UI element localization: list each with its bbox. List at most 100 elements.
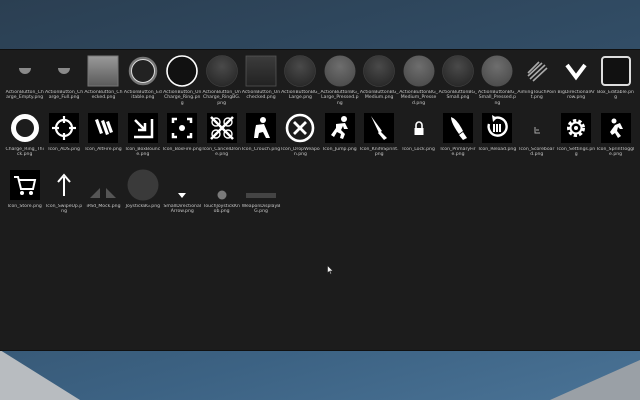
file-label: WeaponDisplayBG.png xyxy=(241,204,281,215)
file-item[interactable]: ActionButtonBG_Small_Pressed.png xyxy=(478,53,517,110)
file-item[interactable]: BigDirectionalArrow.png xyxy=(556,53,595,110)
dark-disc-icon xyxy=(205,54,239,88)
file-grid: ActionButton_Charge_Empty.png ActionButto… xyxy=(5,53,637,224)
gray-disc-icon xyxy=(402,54,436,88)
lock-icon xyxy=(402,111,436,145)
file-item[interactable]: ActionButton_UnCharge_Ring.png xyxy=(163,53,202,110)
file-item[interactable]: Icon_BoxFire.png xyxy=(163,110,202,167)
file-item[interactable]: Icon_Reload.png xyxy=(478,110,517,167)
file-label: ActionButtonBG_Large.png xyxy=(281,90,320,101)
file-label: Icon_BoxFire.png xyxy=(162,147,202,152)
reload-icon xyxy=(480,111,514,145)
file-label: ActionButton_Unchecked.png xyxy=(241,90,281,101)
file-label: SmallDirectionalArrow.png xyxy=(163,204,202,215)
file-item[interactable]: ActionButtonBG_Medium.png xyxy=(360,53,399,110)
file-item[interactable]: Icon_PrimaryFire.png xyxy=(438,110,477,167)
file-label: iPad_Mock.png xyxy=(86,204,121,209)
file-label: Box_Editable.png xyxy=(597,90,634,101)
file-label: Charge_Ring_Thick.png xyxy=(5,147,44,158)
file-item[interactable]: Icon_SwipeUp.png xyxy=(44,167,83,224)
file-label: Icon_Settings.png xyxy=(557,147,596,158)
file-item[interactable]: ActionButtonBG_Medium_Pressed.png xyxy=(399,53,438,110)
file-item[interactable]: ActionButtonBG_Small.png xyxy=(438,53,477,110)
file-label: ActionButtonBG_Small_Pressed.png xyxy=(478,90,517,106)
file-label: Icon_Jump.png xyxy=(322,147,357,152)
gear-icon xyxy=(559,111,593,145)
file-item[interactable]: Icon_ADS.png xyxy=(44,110,83,167)
file-item[interactable]: Icon_CancelDrone.png xyxy=(202,110,241,167)
cancel-drone-icon xyxy=(205,111,239,145)
thick-ring-icon xyxy=(8,111,42,145)
half-disc-small-icon xyxy=(47,54,81,88)
file-item[interactable]: TouchJoystickKnob.png xyxy=(202,167,241,224)
file-item[interactable]: Icon_Settings.png xyxy=(556,110,595,167)
white-ring-icon xyxy=(165,54,199,88)
drop-weapon-icon xyxy=(283,111,317,145)
gray-disc-icon xyxy=(480,54,514,88)
bounce-arrow-icon xyxy=(126,111,160,145)
file-item[interactable]: ActionButton_Charge_Full.png xyxy=(44,53,83,110)
file-label: Icon_SprintToggle.png xyxy=(596,147,635,158)
file-item[interactable]: ActionButton_Editable.png xyxy=(123,53,162,110)
glow-ring-icon xyxy=(126,54,160,88)
crosshair-icon xyxy=(47,111,81,145)
file-item[interactable]: Icon_AltFire.png xyxy=(84,110,123,167)
file-label: Icon_PrimaryFire.png xyxy=(440,147,476,158)
file-label: JoystickBG.png xyxy=(125,204,161,209)
file-label: Icon_BoxBounce.png xyxy=(125,147,161,158)
file-item[interactable]: Box_Editable.png xyxy=(596,53,635,110)
arrow-up-icon xyxy=(47,168,81,202)
file-item[interactable]: Icon_DropWeapon.png xyxy=(281,110,320,167)
file-item[interactable]: Icon_Crouch.png xyxy=(241,110,280,167)
file-label: Icon_Scoreboard.png xyxy=(519,147,555,158)
file-item[interactable]: ActionButtonBG_Large.png xyxy=(281,53,320,110)
file-label: Icon_KnifeSprint.png xyxy=(359,147,399,158)
ipad-icon xyxy=(86,168,120,202)
file-label: ActionButton_Checked.png xyxy=(84,90,123,101)
file-item[interactable]: Icon_BoxBounce.png xyxy=(123,110,162,167)
file-item[interactable]: Icon_Jump.png xyxy=(320,110,359,167)
dark-disc-icon xyxy=(362,54,396,88)
file-item[interactable]: Icon_Store.png xyxy=(5,167,44,224)
file-label: Icon_Lock.png xyxy=(402,147,435,152)
scoreboard-icon xyxy=(520,111,554,145)
file-item[interactable]: JoystickBG.png xyxy=(123,167,162,224)
file-label: ActionButtonBG_Small.png xyxy=(438,90,478,101)
file-item[interactable]: Icon_SprintToggle.png xyxy=(596,110,635,167)
file-item[interactable]: Icon_KnifeSprint.png xyxy=(360,110,399,167)
file-label: ActionButton_Charge_Full.png xyxy=(44,90,84,101)
file-label: Icon_Store.png xyxy=(7,204,42,209)
file-label: Icon_DropWeapon.png xyxy=(281,147,320,158)
file-label: ActionButtonBG_Medium.png xyxy=(359,90,399,101)
knob-icon xyxy=(205,168,239,202)
file-item[interactable]: AimingTouchPoint.png xyxy=(517,53,556,110)
file-item[interactable]: Icon_Lock.png xyxy=(399,110,438,167)
file-label: Icon_SwipeUp.png xyxy=(45,204,83,215)
sprint-icon xyxy=(599,111,633,145)
gray-disc-icon xyxy=(323,54,357,88)
file-item[interactable]: Charge_Ring_Thick.png xyxy=(5,110,44,167)
file-item[interactable]: WeaponDisplayBG.png xyxy=(241,167,280,224)
desktop-wedge-right xyxy=(550,360,640,400)
weapon-bar-icon xyxy=(244,168,278,202)
file-label: ActionButton_UnCharge_Ring.png xyxy=(163,90,202,106)
gray-square-icon xyxy=(86,54,120,88)
file-item[interactable]: Icon_Scoreboard.png xyxy=(517,110,556,167)
chevron-down-icon xyxy=(559,54,593,88)
dark-square-icon xyxy=(244,54,278,88)
file-item[interactable]: ActionButton_Unchecked.png xyxy=(241,53,280,110)
jump-icon xyxy=(323,111,357,145)
file-label: Icon_AltFire.png xyxy=(85,147,122,152)
file-label: Icon_Reload.png xyxy=(478,147,517,152)
bullet-icon xyxy=(441,111,475,145)
file-item[interactable]: ActionButton_Checked.png xyxy=(84,53,123,110)
half-disc-small-icon xyxy=(8,54,42,88)
desktop-wedge-left xyxy=(0,350,80,400)
file-item[interactable]: ActionButton_Charge_Empty.png xyxy=(5,53,44,110)
file-item[interactable]: iPad_Mock.png xyxy=(84,167,123,224)
file-item[interactable]: ActionButtonBG_Large_Pressed.png xyxy=(320,53,359,110)
outlined-box-icon xyxy=(599,54,633,88)
file-item[interactable]: ActionButton_UnCharge_RingBG.png xyxy=(202,53,241,110)
file-item[interactable]: SmallDirectionalArrow.png xyxy=(163,167,202,224)
cart-icon xyxy=(8,168,42,202)
